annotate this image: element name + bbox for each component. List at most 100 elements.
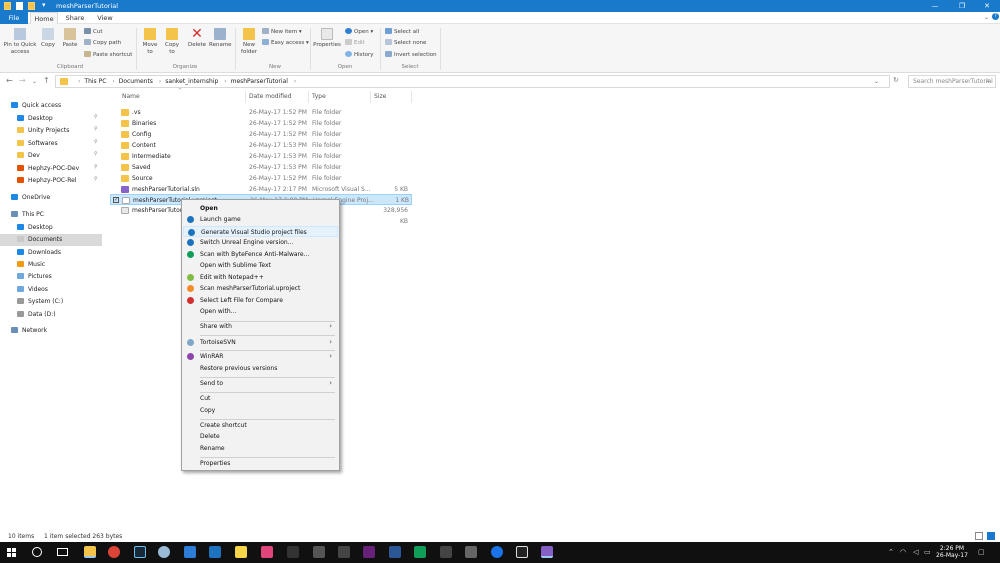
details-view-icon[interactable] <box>975 532 983 540</box>
minimize-button[interactable]: — <box>922 0 948 12</box>
app-taskbar-icon[interactable] <box>261 546 273 558</box>
recent-locations-icon[interactable]: ⌄ <box>32 78 37 85</box>
open-button[interactable]: Open ▾ <box>345 28 373 35</box>
close-button[interactable]: ✕ <box>974 0 1000 12</box>
nav-item-softwares[interactable]: Softwares <box>17 138 58 150</box>
menu-item-send-to[interactable]: Send to › <box>183 378 338 389</box>
menu-item-switch-unreal-engine-version[interactable]: Switch Unreal Engine version... <box>183 237 338 248</box>
column-divider[interactable] <box>411 91 412 103</box>
refresh-icon[interactable]: ↻ <box>893 76 899 84</box>
tab-home[interactable]: Home <box>30 12 58 24</box>
nav-item-documents[interactable]: Documents <box>0 234 102 246</box>
select-all-button[interactable]: Select all <box>385 28 419 35</box>
clock[interactable]: 2:26 PM 26-May-17 <box>934 545 970 559</box>
nav-item-pictures[interactable]: Pictures <box>17 271 52 283</box>
nav-item-desktop[interactable]: Desktop <box>17 222 53 234</box>
cortana-search-icon[interactable] <box>32 547 42 557</box>
breadcrumb-this-pc[interactable]: This PC <box>84 78 106 85</box>
column-divider[interactable] <box>308 91 309 103</box>
address-dropdown-icon[interactable]: ⌄ <box>874 76 879 87</box>
notification-center-icon[interactable]: ▢ <box>978 548 985 556</box>
language-icon[interactable]: ▭ <box>924 548 931 556</box>
column-divider[interactable] <box>245 91 246 103</box>
task-view-icon[interactable] <box>57 548 68 556</box>
pin-icon[interactable]: ⚲ <box>94 176 98 182</box>
pin-icon[interactable]: ⚲ <box>94 114 98 120</box>
chrome-taskbar-icon[interactable] <box>491 546 503 558</box>
file-row[interactable]: Content 26-May-17 1:53 PM File folder <box>110 140 412 151</box>
new-item-button[interactable]: New item ▾ <box>262 28 302 35</box>
nav-item-onedrive[interactable]: OneDrive <box>11 192 50 204</box>
breadcrumb-mesh-parser[interactable]: meshParserTutorial <box>231 78 288 85</box>
start-windows-icon[interactable] <box>7 548 16 557</box>
app-taskbar-icon[interactable] <box>465 546 477 558</box>
menu-item-scan-with-bytefence-anti-malware[interactable]: Scan with ByteFence Anti-Malware... <box>183 249 338 260</box>
nav-item-data-d[interactable]: Data (D:) <box>17 309 56 321</box>
nav-item-quick-access[interactable]: Quick access <box>11 100 61 112</box>
app-taskbar-icon[interactable] <box>184 546 196 558</box>
properties-icon[interactable] <box>16 2 23 10</box>
pin-quick-access-button[interactable]: Pin to Quick access <box>3 28 37 55</box>
large-icons-view-icon[interactable] <box>987 532 995 540</box>
search-input[interactable]: Search meshParserTutorial <box>908 75 996 88</box>
nav-item-hephzy-poc-rel[interactable]: Hephzy-POC-Rel <box>17 175 77 187</box>
chrome-taskbar-icon[interactable] <box>108 546 120 558</box>
forward-arrow-icon[interactable]: → <box>19 76 26 85</box>
tab-share[interactable]: Share <box>60 12 90 24</box>
app-taskbar-icon[interactable] <box>209 546 221 558</box>
nav-item-this-pc[interactable]: This PC <box>11 209 44 221</box>
new-folder-button[interactable]: New folder <box>239 28 259 55</box>
file-row[interactable]: Config 26-May-17 1:52 PM File folder <box>110 129 412 140</box>
nav-item-dev[interactable]: Dev <box>17 150 40 162</box>
column-header-name[interactable]: Name <box>122 93 140 103</box>
file-row[interactable]: Intermediate 26-May-17 1:53 PM File folder <box>110 151 412 162</box>
pin-icon[interactable]: ⚲ <box>94 151 98 157</box>
menu-item-tortoisesvn[interactable]: TortoiseSVN › <box>183 337 338 348</box>
visual-studio-taskbar-icon[interactable] <box>541 546 553 558</box>
sticky-notes-taskbar-icon[interactable] <box>235 546 247 558</box>
help-icon[interactable]: ? <box>992 13 999 20</box>
file-row[interactable]: Source 26-May-17 1:52 PM File folder <box>110 173 412 184</box>
column-header-size[interactable]: Size <box>374 93 386 103</box>
nav-item-videos[interactable]: Videos <box>17 284 48 296</box>
copy-button[interactable]: Copy <box>39 28 57 49</box>
unreal-engine-taskbar-icon[interactable] <box>516 546 528 558</box>
volume-icon[interactable]: ◁ <box>913 548 918 556</box>
delete-button[interactable]: ✕ Delete <box>187 27 207 49</box>
app-taskbar-icon[interactable] <box>287 546 299 558</box>
breadcrumb-sanket-internship[interactable]: sanket_internship <box>165 78 218 85</box>
app-taskbar-icon[interactable] <box>338 546 350 558</box>
breadcrumb-documents[interactable]: Documents <box>119 78 153 85</box>
menu-item-restore-previous-versions[interactable]: Restore previous versions <box>183 363 338 374</box>
edit-button[interactable]: Edit <box>345 39 365 46</box>
bytefence-taskbar-icon[interactable] <box>414 546 426 558</box>
menu-item-select-left-file-for-compare[interactable]: Select Left File for Compare <box>183 295 338 306</box>
new-folder-icon[interactable] <box>28 2 35 10</box>
move-to-button[interactable]: Move to <box>141 28 159 55</box>
menu-item-copy[interactable]: Copy <box>183 405 338 416</box>
file-explorer-taskbar-icon[interactable] <box>84 546 96 558</box>
app-taskbar-icon[interactable] <box>313 546 325 558</box>
pin-icon[interactable]: ⚲ <box>94 164 98 170</box>
easy-access-button[interactable]: Easy access ▾ <box>262 39 309 46</box>
menu-item-launch-game[interactable]: Launch game <box>183 214 338 225</box>
file-row[interactable]: Binaries 26-May-17 1:52 PM File folder <box>110 118 412 129</box>
steam-taskbar-icon[interactable] <box>134 546 146 558</box>
ribbon-expand-icon[interactable]: ⌄ <box>984 14 989 21</box>
nav-item-unity-projects[interactable]: Unity Projects <box>17 125 69 137</box>
row-checkbox[interactable]: ✓ <box>113 197 119 203</box>
app-taskbar-icon[interactable] <box>158 546 170 558</box>
menu-item-open[interactable]: Open <box>183 203 338 214</box>
paste-shortcut-button[interactable]: Paste shortcut <box>84 51 132 58</box>
app-taskbar-icon[interactable] <box>389 546 401 558</box>
copy-path-button[interactable]: Copy path <box>84 39 121 46</box>
tab-file[interactable]: File <box>0 12 28 24</box>
menu-item-create-shortcut[interactable]: Create shortcut <box>183 420 338 431</box>
menu-item-rename[interactable]: Rename <box>183 443 338 454</box>
pin-icon[interactable]: ⚲ <box>94 126 98 132</box>
column-header-date[interactable]: Date modified <box>249 93 292 103</box>
nav-item-music[interactable]: Music <box>17 259 45 271</box>
show-hidden-icons-icon[interactable]: ⌃ <box>888 548 894 556</box>
file-row[interactable]: Saved 26-May-17 1:53 PM File folder <box>110 162 412 173</box>
tab-view[interactable]: View <box>92 12 118 24</box>
